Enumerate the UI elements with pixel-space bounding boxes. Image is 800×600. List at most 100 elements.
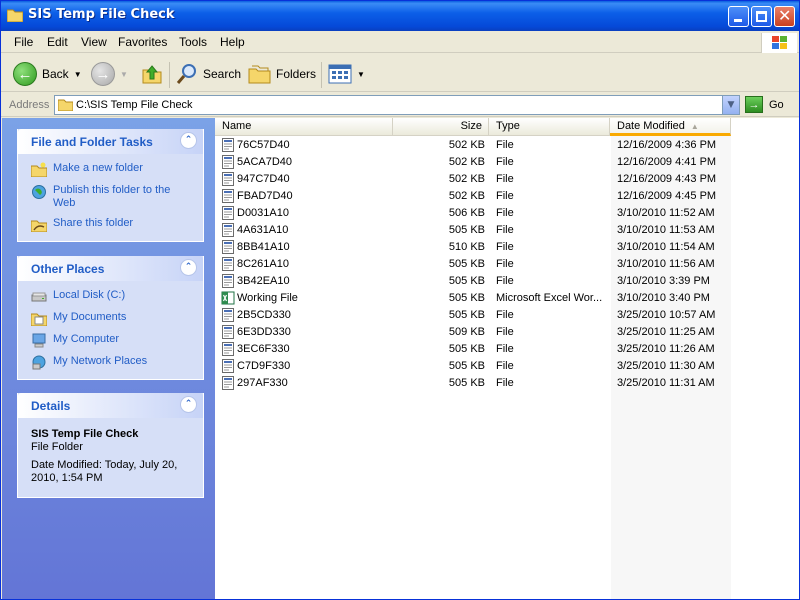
address-dropdown-icon[interactable]: ▼	[722, 96, 739, 114]
file-row[interactable]: 2B5CD330 505 KB File 3/25/2010 10:57 AM	[215, 307, 799, 324]
file-icon	[222, 240, 234, 254]
go-button[interactable]: → Go	[745, 96, 784, 113]
file-icon	[222, 155, 234, 169]
panel-header[interactable]: File and Folder Tasks ⌃	[18, 129, 203, 154]
forward-dropdown-icon[interactable]: ▼	[120, 70, 128, 79]
file-row[interactable]: 3EC6F330 505 KB File 3/25/2010 11:26 AM	[215, 341, 799, 358]
file-type: File	[496, 377, 514, 389]
menu-help[interactable]: Help	[220, 35, 245, 49]
file-row[interactable]: 8C261A10 505 KB File 3/10/2010 11:56 AM	[215, 256, 799, 273]
panel-header[interactable]: Other Places ⌃	[18, 256, 203, 281]
file-date-modified: 3/25/2010 11:31 AM	[617, 377, 715, 389]
menu-view[interactable]: View	[81, 35, 107, 49]
file-size: 505 KB	[448, 224, 485, 236]
address-path: C:\SIS Temp File Check	[76, 99, 193, 111]
back-button[interactable]: ← Back ▼	[13, 60, 82, 88]
window-title: SIS Temp File Check	[28, 7, 175, 22]
menu-edit[interactable]: Edit	[47, 35, 68, 49]
file-type: File	[496, 139, 514, 151]
panel-title: Other Places	[31, 262, 105, 276]
task-make-new-folder[interactable]: Make a new folder	[31, 162, 193, 177]
file-name: FBAD7D40	[237, 190, 293, 202]
folders-button[interactable]: Folders	[248, 60, 316, 88]
file-row[interactable]: 3B42EA10 505 KB File 3/10/2010 3:39 PM	[215, 273, 799, 290]
file-date-modified: 3/10/2010 3:39 PM	[617, 275, 710, 287]
column-header-name[interactable]: Name	[215, 118, 393, 136]
file-type: File	[496, 326, 514, 338]
explorer-window: SIS Temp File Check ✕ File Edit View Fav…	[0, 0, 800, 600]
toolbar-separator	[169, 62, 170, 88]
place-my-documents[interactable]: My Documents	[31, 311, 193, 326]
file-row[interactable]: 4A631A10 505 KB File 3/10/2010 11:53 AM	[215, 222, 799, 239]
go-arrow-icon: →	[745, 96, 763, 113]
windows-flag-icon	[772, 36, 787, 49]
collapse-icon[interactable]: ⌃	[180, 396, 197, 413]
file-date-modified: 3/10/2010 11:53 AM	[617, 224, 715, 236]
place-my-computer[interactable]: My Computer	[31, 333, 193, 348]
file-type: File	[496, 258, 514, 270]
up-folder-button[interactable]	[141, 60, 163, 88]
address-input[interactable]: C:\SIS Temp File Check ▼	[54, 95, 740, 115]
collapse-icon[interactable]: ⌃	[180, 259, 197, 276]
file-name: D0031A10	[237, 207, 289, 219]
file-type: File	[496, 207, 514, 219]
file-name: 3EC6F330	[237, 343, 290, 355]
file-row[interactable]: FBAD7D40 502 KB File 12/16/2009 4:45 PM	[215, 188, 799, 205]
place-label: Local Disk (C:)	[53, 289, 126, 301]
menu-file[interactable]: File	[14, 35, 33, 49]
file-row[interactable]: 6E3DD330 509 KB File 3/25/2010 11:25 AM	[215, 324, 799, 341]
back-dropdown-icon[interactable]: ▼	[74, 70, 82, 79]
file-icon	[222, 223, 234, 237]
file-folder-tasks-panel: File and Folder Tasks ⌃ Make a new folde…	[17, 129, 204, 242]
views-dropdown-icon[interactable]: ▼	[357, 70, 365, 79]
file-name: C7D9F330	[237, 360, 291, 372]
task-publish-folder[interactable]: Publish this folder to the Web	[31, 184, 193, 210]
file-row[interactable]: C7D9F330 505 KB File 3/25/2010 11:30 AM	[215, 358, 799, 375]
place-label: My Documents	[53, 311, 127, 323]
file-row[interactable]: D0031A10 506 KB File 3/10/2010 11:52 AM	[215, 205, 799, 222]
maximize-button[interactable]	[751, 6, 772, 27]
file-list-view[interactable]: Name Size Type Date Modified ▲ 76C57D40 50…	[215, 118, 799, 599]
toolbar: ← Back ▼ → ▼ Search Folders ▼	[1, 54, 799, 92]
details-modified: Date Modified: Today, July 20, 2010, 1:5…	[31, 459, 178, 484]
file-icon	[222, 257, 234, 271]
task-pane: File and Folder Tasks ⌃ Make a new folde…	[2, 118, 215, 599]
place-local-disk[interactable]: Local Disk (C:)	[31, 289, 193, 304]
file-row[interactable]: 8BB41A10 510 KB File 3/10/2010 11:54 AM	[215, 239, 799, 256]
back-label: Back	[42, 67, 69, 81]
search-button[interactable]: Search	[175, 60, 241, 88]
forward-button[interactable]: → ▼	[91, 60, 128, 88]
folder-icon	[58, 99, 73, 111]
task-label: Share this folder	[53, 217, 134, 229]
file-size: 505 KB	[448, 309, 485, 321]
column-header-type[interactable]: Type	[489, 118, 610, 136]
close-icon: ✕	[778, 6, 792, 25]
file-date-modified: 3/25/2010 10:57 AM	[617, 309, 716, 321]
file-name: 297AF330	[237, 377, 288, 389]
file-name: 5ACA7D40	[237, 156, 293, 168]
address-label: Address	[9, 99, 50, 111]
windows-logo	[761, 33, 797, 53]
close-button[interactable]: ✕	[774, 6, 795, 27]
file-row[interactable]: 297AF330 505 KB File 3/25/2010 11:31 AM	[215, 375, 799, 392]
collapse-icon[interactable]: ⌃	[180, 132, 197, 149]
column-header-label: Date Modified	[617, 120, 685, 132]
network-places-icon	[32, 355, 46, 370]
column-header-size[interactable]: Size	[393, 118, 489, 136]
file-row[interactable]: 5ACA7D40 502 KB File 12/16/2009 4:41 PM	[215, 154, 799, 171]
title-bar[interactable]: SIS Temp File Check ✕	[1, 1, 799, 31]
task-share-folder[interactable]: Share this folder	[31, 217, 193, 232]
minimize-button[interactable]	[728, 6, 749, 27]
folder-icon	[7, 9, 23, 22]
place-network-places[interactable]: My Network Places	[31, 355, 193, 370]
menu-favorites[interactable]: Favorites	[118, 35, 167, 49]
column-header-date-modified[interactable]: Date Modified ▲	[610, 118, 731, 136]
file-row[interactable]: 76C57D40 502 KB File 12/16/2009 4:36 PM	[215, 137, 799, 154]
file-row[interactable]: 947C7D40 502 KB File 12/16/2009 4:43 PM	[215, 171, 799, 188]
file-size: 505 KB	[448, 292, 485, 304]
menu-tools[interactable]: Tools	[179, 35, 207, 49]
panel-header[interactable]: Details ⌃	[18, 393, 203, 418]
views-button[interactable]: ▼	[328, 60, 365, 88]
file-type: File	[496, 156, 514, 168]
file-row[interactable]: Working File 505 KB Microsoft Excel Wor...…	[215, 290, 799, 307]
